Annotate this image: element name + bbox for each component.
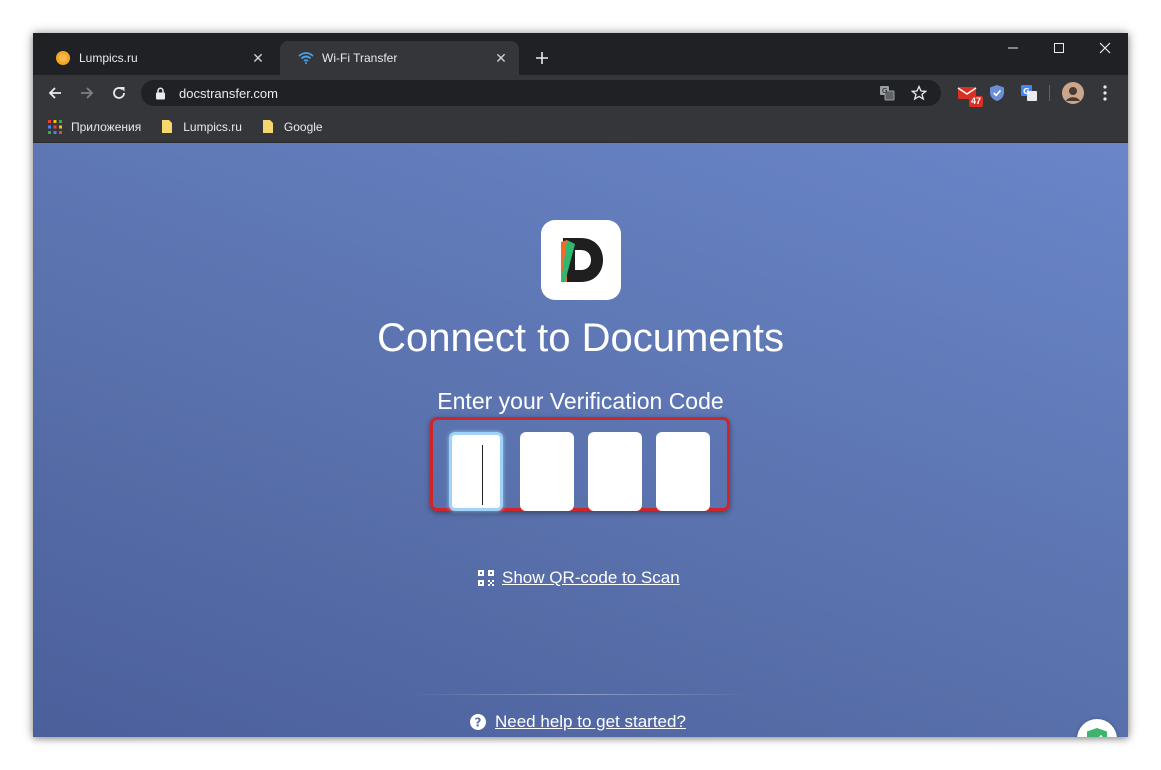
wifi-icon bbox=[298, 50, 314, 66]
documents-app-logo bbox=[541, 220, 621, 300]
shield-extension-icon[interactable] bbox=[985, 81, 1009, 105]
back-button[interactable] bbox=[41, 79, 69, 107]
reload-button[interactable] bbox=[105, 79, 133, 107]
qr-link-text: Show QR-code to Scan bbox=[502, 568, 680, 587]
tab-lumpics[interactable]: Lumpics.ru ✕ bbox=[37, 41, 276, 75]
lock-icon bbox=[155, 86, 169, 100]
tab-title: Wi-Fi Transfer bbox=[322, 51, 398, 65]
browser-window: Lumpics.ru ✕ Wi-Fi Transfer ✕ docstransf… bbox=[33, 33, 1128, 737]
help-icon: ? bbox=[470, 714, 486, 730]
code-digit-3-input[interactable] bbox=[588, 432, 642, 511]
orange-circle-icon bbox=[55, 50, 71, 66]
verification-code-label: Enter your Verification Code bbox=[437, 388, 724, 414]
folder-icon bbox=[260, 119, 276, 135]
address-bar[interactable]: docstransfer.com G bbox=[141, 80, 941, 106]
tab-strip: Lumpics.ru ✕ Wi-Fi Transfer ✕ bbox=[33, 33, 1128, 75]
tab-title: Lumpics.ru bbox=[79, 51, 138, 65]
page-content: Connect to Documents Enter your Verifica… bbox=[33, 143, 1128, 737]
folder-icon bbox=[159, 119, 175, 135]
qr-code-icon bbox=[478, 570, 494, 586]
translate-icon[interactable]: G bbox=[877, 83, 897, 103]
svg-text:G: G bbox=[882, 87, 887, 95]
code-digit-2-input[interactable] bbox=[520, 432, 574, 511]
bookmark-lumpics[interactable]: Lumpics.ru bbox=[159, 119, 242, 135]
svg-text:?: ? bbox=[475, 716, 482, 730]
toolbar: docstransfer.com G 47 G bbox=[33, 75, 1128, 111]
bookmarks-bar: Приложения Lumpics.ru Google bbox=[33, 111, 1128, 143]
code-digit-4-input[interactable] bbox=[656, 432, 710, 511]
translate-extension-icon[interactable]: G bbox=[1017, 81, 1041, 105]
toolbar-divider bbox=[1049, 85, 1050, 101]
more-menu-icon[interactable] bbox=[1093, 81, 1117, 105]
shield-check-icon bbox=[1087, 728, 1107, 737]
minimize-button[interactable] bbox=[990, 33, 1036, 63]
page-title: Connect to Documents bbox=[377, 316, 784, 360]
show-qr-code-link[interactable]: Show QR-code to Scan bbox=[478, 568, 680, 588]
url-text: docstransfer.com bbox=[179, 85, 278, 101]
help-link-text: Need help to get started? bbox=[495, 712, 686, 731]
bookmark-label: Google bbox=[283, 119, 323, 134]
forward-button[interactable] bbox=[73, 79, 101, 107]
apps-grid-icon bbox=[47, 119, 63, 135]
close-tab-icon[interactable]: ✕ bbox=[250, 50, 266, 66]
mail-count-badge: 47 bbox=[968, 96, 983, 107]
bookmark-label: Lumpics.ru bbox=[183, 119, 242, 134]
star-icon[interactable] bbox=[909, 83, 929, 103]
mail-extension-icon[interactable]: 47 bbox=[955, 81, 983, 107]
tab-wifi-transfer[interactable]: Wi-Fi Transfer ✕ bbox=[280, 41, 519, 75]
help-link[interactable]: ? Need help to get started? bbox=[469, 712, 686, 732]
new-tab-button[interactable] bbox=[531, 47, 553, 69]
bookmark-label: Приложения bbox=[71, 119, 142, 134]
divider bbox=[408, 694, 753, 695]
close-tab-icon[interactable]: ✕ bbox=[493, 50, 509, 66]
security-shield-button[interactable] bbox=[1077, 719, 1117, 737]
code-digit-1-input[interactable] bbox=[449, 432, 503, 511]
maximize-button[interactable] bbox=[1036, 33, 1082, 63]
svg-text:G: G bbox=[1023, 87, 1030, 96]
text-caret bbox=[482, 445, 483, 505]
bookmark-apps[interactable]: Приложения bbox=[47, 119, 141, 135]
avatar[interactable] bbox=[1061, 81, 1085, 105]
bookmark-google[interactable]: Google bbox=[260, 119, 323, 135]
close-window-button[interactable] bbox=[1082, 33, 1128, 63]
